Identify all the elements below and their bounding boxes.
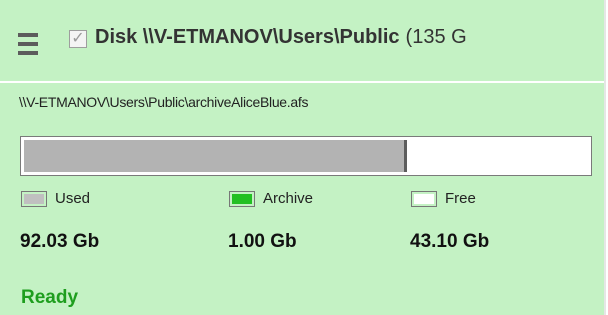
disk-enabled-checkbox[interactable]: ✓ [69,30,87,48]
used-swatch [21,191,47,207]
disk-panel: ✓ Disk \\V-ETMANOV\Users\Public (135 G \\… [0,0,606,315]
legend-archive-label: Archive [263,190,314,207]
free-value: 43.10 Gb [410,231,490,252]
divider [0,81,604,83]
menu-icon[interactable] [18,33,38,55]
used-value: 92.03 Gb [20,231,100,252]
disk-title: Disk \\V-ETMANOV\Users\Public (135 G [95,26,467,49]
legend-free-label: Free [445,190,476,207]
free-swatch [411,191,437,207]
archive-swatch [229,191,255,207]
legend-used-label: Used [55,190,91,207]
disk-header: ✓ Disk \\V-ETMANOV\Users\Public (135 G [0,0,604,80]
status-text: Ready [21,287,79,308]
usage-bar [20,136,592,176]
usage-bar-used [24,140,407,172]
archive-value: 1.00 Gb [228,231,297,252]
archive-path: \\V-ETMANOV\Users\Public\archiveAliceBlu… [19,94,309,110]
disk-title-label: Disk \\V-ETMANOV\Users\Public [95,26,400,48]
disk-size-label: (135 G [405,26,467,48]
